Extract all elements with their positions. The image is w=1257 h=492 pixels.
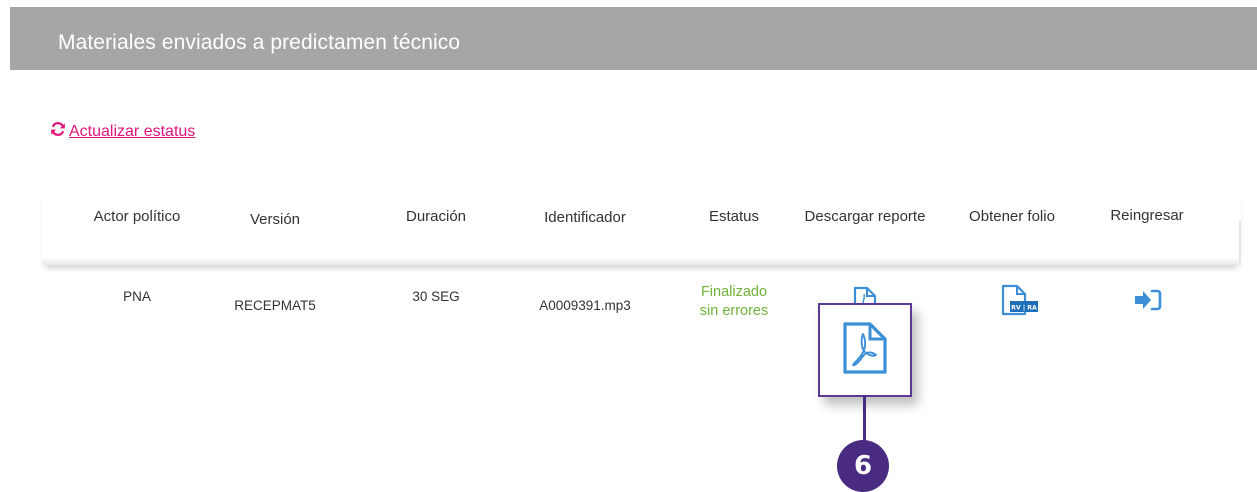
cell-identificador: A0009391.mp3 [539, 298, 631, 313]
cell-actor: PNA [123, 289, 151, 304]
table-header [42, 190, 1241, 265]
column-actor-politico: Actor político [93, 208, 181, 225]
callout-zoom-box [818, 303, 912, 397]
status-line-1: Finalizado [700, 284, 768, 300]
column-duracion: Duración [405, 208, 467, 225]
refresh-icon [50, 121, 66, 142]
column-estatus: Estatus [708, 208, 760, 225]
cell-version: RECEPMAT5 [234, 298, 316, 313]
callout-connector [863, 395, 866, 443]
callout-number-badge: 6 [837, 440, 889, 492]
folio-badge-text: RV | RA [1011, 305, 1037, 313]
cell-estatus: Finalizado sin errores [700, 283, 769, 321]
page-header: Materiales enviados a predictamen técnic… [10, 7, 1257, 70]
refresh-status-link[interactable]: Actualizar estatus [50, 121, 195, 142]
cell-duracion: 30 SEG [412, 289, 460, 304]
page-title: Materiales enviados a predictamen técnic… [58, 31, 461, 54]
pdf-file-icon-zoomed [842, 321, 888, 380]
sign-in-arrow-icon[interactable] [1134, 288, 1162, 317]
folio-document-icon[interactable]: RV | RA [1001, 284, 1039, 321]
status-line-2: sin errores [699, 303, 769, 319]
column-reingresar: Reingresar [1110, 207, 1184, 224]
column-descargar-reporte: Descargar reporte [804, 208, 926, 225]
column-identificador: Identificador [544, 209, 626, 226]
refresh-label: Actualizar estatus [69, 122, 196, 140]
column-obtener-folio: Obtener folio [969, 208, 1055, 225]
column-version: Versión [249, 211, 301, 228]
